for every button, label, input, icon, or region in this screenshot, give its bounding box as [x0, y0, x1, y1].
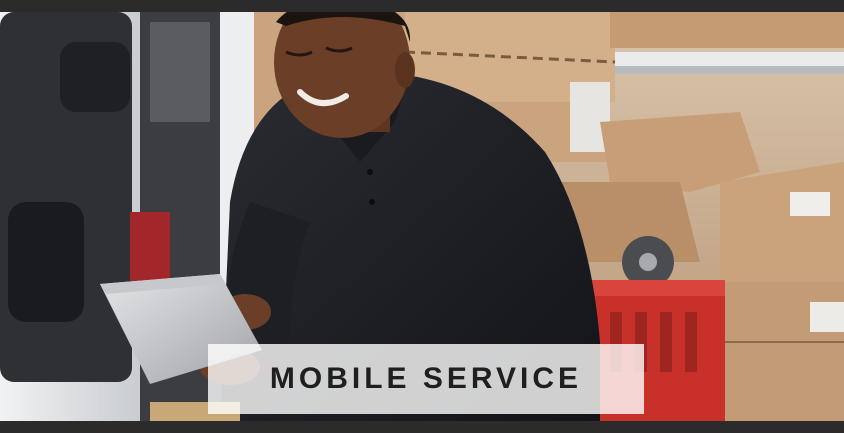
shelf [600, 52, 844, 66]
caption-overlay: MOBILE SERVICE [208, 344, 644, 414]
caption-text: MOBILE SERVICE [269, 362, 583, 395]
person-ear [395, 52, 415, 88]
service-banner: MOBILE SERVICE [0, 0, 844, 433]
van-door-handle [60, 42, 130, 112]
tail-light [130, 212, 170, 282]
box-label [790, 192, 830, 216]
